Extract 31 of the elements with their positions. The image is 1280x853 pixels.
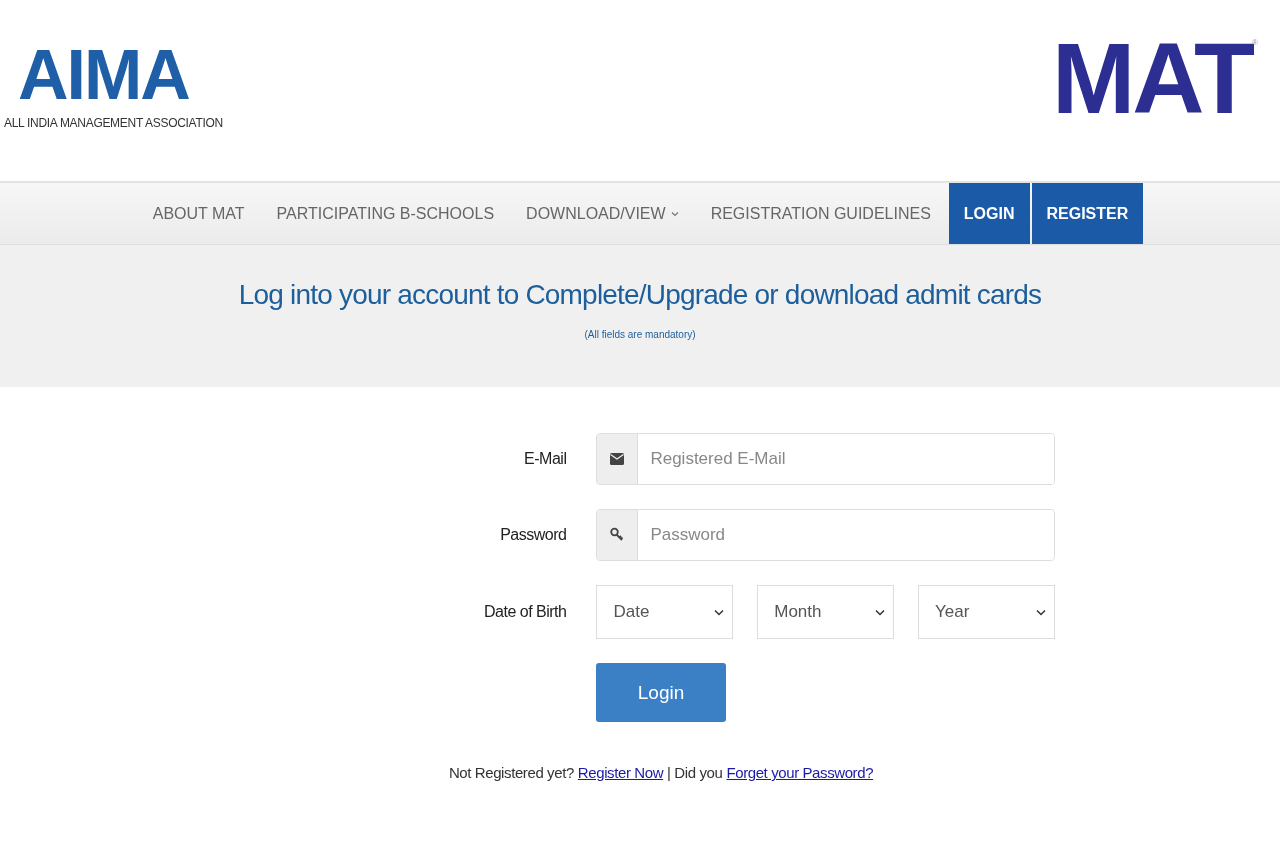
forgot-password-link[interactable]: Forget your Password? — [726, 764, 874, 781]
chevron-down-icon — [875, 608, 886, 616]
page-title: Log into your account to Complete/Upgrade or download admit cards — [238, 279, 1042, 311]
registered-mark: ® — [1252, 38, 1258, 47]
mandatory-note: (All fields are mandatory) — [584, 329, 696, 340]
email-field[interactable]: Registered E-Mail — [596, 433, 1055, 485]
nav-link[interactable]: REGISTRATION GUIDELINES — [694, 183, 947, 244]
password-field[interactable]: Password — [596, 509, 1055, 561]
field-label: E-Mail — [523, 450, 568, 468]
dropdown-select[interactable]: Year — [918, 585, 1055, 639]
field-label: Date of Birth — [483, 603, 568, 621]
nav-button[interactable]: REGISTER — [1031, 183, 1144, 244]
aima-logo-mark: AIMA — [18, 38, 189, 112]
nav-button[interactable]: LOGIN — [948, 183, 1030, 244]
login-button[interactable]: Login — [596, 663, 726, 722]
dropdown-select[interactable]: Month — [757, 585, 895, 639]
key-icon — [610, 527, 625, 543]
chevron-down-icon — [714, 608, 725, 616]
forgot-prompt: | Did you — [667, 764, 723, 781]
nav-link[interactable]: ABOUT MAT — [136, 183, 261, 244]
dropdown-select[interactable]: Date — [596, 585, 734, 639]
logo-subtitle: ALL INDIA MANAGEMENT ASSOCIATION — [4, 116, 223, 130]
chevron-down-icon — [1036, 608, 1046, 616]
nav-dropdown[interactable]: DOWNLOAD/VIEW — [510, 183, 695, 244]
field-label: Password — [499, 526, 568, 544]
caret-icon — [670, 210, 679, 217]
register-link[interactable]: Register Now — [577, 764, 664, 781]
envelope-icon — [610, 453, 625, 465]
register-prompt: Not Registered yet? — [448, 764, 574, 781]
mat-logo: MAT — [1051, 30, 1253, 126]
nav-link[interactable]: PARTICIPATING B-SCHOOLS — [260, 183, 511, 244]
